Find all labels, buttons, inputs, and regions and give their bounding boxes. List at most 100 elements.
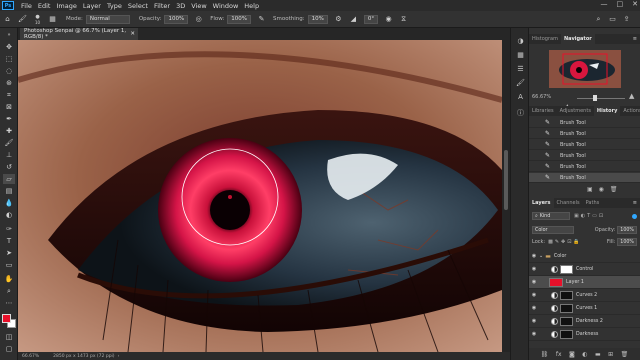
- new-snapshot-icon[interactable]: ◉: [599, 186, 604, 193]
- tab-histogram[interactable]: Histogram: [529, 34, 561, 44]
- flow-input[interactable]: 100%: [227, 14, 252, 24]
- toolbox-collapse-icon[interactable]: »: [3, 30, 15, 40]
- share-icon[interactable]: ⇪: [622, 15, 631, 24]
- history-brush-tool-icon[interactable]: ↺: [3, 162, 15, 172]
- layer-fill-input[interactable]: 100%: [617, 238, 637, 246]
- layer-mask-thumbnail[interactable]: [560, 264, 573, 274]
- tab-navigator[interactable]: Navigator: [560, 34, 595, 44]
- layer-row[interactable]: ◉ Curves 2: [529, 289, 640, 302]
- layer-filter-kind-select[interactable]: ⌕ Kind: [532, 212, 570, 220]
- group-expand-icon[interactable]: ⌄: [539, 253, 543, 259]
- pressure-size-icon[interactable]: ◉: [384, 15, 393, 24]
- vertical-scrollbar[interactable]: [502, 40, 510, 352]
- navigator-zoom-slider[interactable]: [577, 98, 625, 99]
- properties-panel-icon[interactable]: ☰: [515, 64, 526, 74]
- layer-row[interactable]: ◉ Curves 1: [529, 302, 640, 315]
- mode-select[interactable]: Normal: [85, 14, 130, 24]
- healing-brush-tool-icon[interactable]: ✚: [3, 126, 15, 136]
- quick-select-tool-icon[interactable]: ⊛: [3, 78, 15, 88]
- info-panel-icon[interactable]: ⓘ: [515, 108, 526, 118]
- layer-mask-thumbnail[interactable]: [560, 290, 573, 300]
- gradient-tool-icon[interactable]: ▤: [3, 186, 15, 196]
- type-tool-icon[interactable]: T: [3, 236, 15, 246]
- lock-options-icon[interactable]: ▩✎✥⊡🔒: [548, 239, 582, 245]
- menu-type[interactable]: Type: [104, 2, 125, 10]
- canvas[interactable]: [18, 40, 502, 352]
- tab-libraries[interactable]: Libraries: [529, 106, 557, 116]
- foreground-color-swatch[interactable]: [2, 314, 11, 323]
- angle-input[interactable]: 0°: [363, 14, 379, 24]
- menu-edit[interactable]: Edit: [35, 2, 54, 10]
- maximize-button[interactable]: □: [617, 0, 624, 8]
- new-group-icon[interactable]: ▬: [595, 351, 601, 358]
- brush-tool-preset-icon[interactable]: 🖌: [18, 15, 27, 24]
- layer-row[interactable]: ◉ ⌄ ▬ Color: [529, 250, 640, 263]
- new-adjustment-icon[interactable]: ◐: [582, 351, 587, 358]
- brush-preview-icon[interactable]: ● 10: [33, 14, 42, 25]
- visibility-eye-icon[interactable]: ◉: [529, 305, 539, 311]
- menu-layer[interactable]: Layer: [80, 2, 104, 10]
- minimize-button[interactable]: —: [601, 0, 608, 8]
- eraser-tool-icon[interactable]: ▱: [3, 174, 15, 184]
- opacity-input[interactable]: 100%: [164, 14, 189, 24]
- add-mask-icon[interactable]: ◙: [569, 351, 575, 358]
- blur-tool-icon[interactable]: 💧: [3, 198, 15, 208]
- layer-row[interactable]: ◉ Darkness: [529, 328, 640, 341]
- brush-panel-icon[interactable]: 🖌: [515, 78, 526, 88]
- zoom-in-icon[interactable]: ▲: [629, 92, 634, 100]
- rectangle-tool-icon[interactable]: ▭: [3, 260, 15, 270]
- layer-mask-thumbnail[interactable]: [560, 303, 573, 313]
- move-tool-icon[interactable]: ✥: [3, 42, 15, 52]
- lasso-tool-icon[interactable]: ◌: [3, 66, 15, 76]
- history-item-selected[interactable]: ✎ Brush Tool: [529, 173, 640, 183]
- menu-image[interactable]: Image: [53, 2, 79, 10]
- screen-mode-icon[interactable]: ▢: [3, 344, 15, 354]
- menu-help[interactable]: Help: [241, 2, 262, 10]
- visibility-eye-icon[interactable]: ◉: [529, 253, 539, 259]
- menu-filter[interactable]: Filter: [151, 2, 173, 10]
- visibility-eye-icon[interactable]: ◉: [529, 279, 539, 285]
- visibility-eye-icon[interactable]: ◉: [529, 266, 539, 272]
- path-selection-tool-icon[interactable]: ➤: [3, 248, 15, 258]
- history-item[interactable]: ✎ Brush Tool: [529, 129, 640, 139]
- workspace-icon[interactable]: ▭: [608, 15, 617, 24]
- quick-mask-icon[interactable]: ◫: [3, 332, 15, 342]
- menu-view[interactable]: View: [188, 2, 209, 10]
- dodge-tool-icon[interactable]: ◐: [3, 210, 15, 220]
- smoothing-settings-icon[interactable]: ⚙: [334, 15, 343, 24]
- layer-row[interactable]: ◉ Control: [529, 263, 640, 276]
- zoom-tool-icon[interactable]: ⌕: [3, 286, 15, 296]
- navigator-thumbnail[interactable]: [549, 50, 621, 88]
- visibility-eye-icon[interactable]: ◉: [529, 292, 539, 298]
- pressure-opacity-icon[interactable]: ◎: [194, 15, 203, 24]
- history-item[interactable]: ✎ Brush Tool: [529, 162, 640, 172]
- history-item[interactable]: ✎ Brush Tool: [529, 118, 640, 128]
- zoom-out-icon[interactable]: ▲: [565, 96, 573, 110]
- menu-select[interactable]: Select: [125, 2, 151, 10]
- visibility-eye-icon[interactable]: ◉: [529, 331, 539, 337]
- frame-tool-icon[interactable]: ⊠: [3, 102, 15, 112]
- layer-thumbnail[interactable]: [549, 277, 563, 287]
- character-panel-icon[interactable]: A: [515, 92, 526, 102]
- menu-3d[interactable]: 3D: [173, 2, 188, 10]
- pen-tool-icon[interactable]: ✑: [3, 224, 15, 234]
- crop-tool-icon[interactable]: ⌗: [3, 90, 15, 100]
- layer-opacity-input[interactable]: 100%: [617, 226, 637, 234]
- brush-tool-icon[interactable]: 🖌: [3, 138, 15, 148]
- hand-tool-icon[interactable]: ✋: [3, 274, 15, 284]
- document-tab[interactable]: Photoshop Senpai @ 66.7% (Layer 1, RGB/8…: [20, 28, 138, 40]
- history-item[interactable]: ✎ Brush Tool: [529, 151, 640, 161]
- eyedropper-tool-icon[interactable]: ✒: [3, 114, 15, 124]
- new-layer-icon[interactable]: ⊞: [608, 351, 613, 358]
- tab-actions[interactable]: Actions: [620, 106, 640, 116]
- color-panel-icon[interactable]: ◑: [515, 36, 526, 46]
- tab-layers[interactable]: Layers: [529, 198, 554, 208]
- search-icon[interactable]: ⌕: [594, 15, 603, 24]
- tab-adjustments[interactable]: Adjustments: [557, 106, 594, 116]
- filter-toggle-icon[interactable]: [632, 213, 637, 219]
- tab-history[interactable]: History: [593, 106, 621, 116]
- brush-settings-icon[interactable]: ▦: [48, 15, 57, 24]
- history-item[interactable]: ✎ Brush Tool: [529, 140, 640, 150]
- link-layers-icon[interactable]: ⛓: [541, 351, 549, 358]
- delete-layer-icon[interactable]: 🗑: [621, 351, 629, 358]
